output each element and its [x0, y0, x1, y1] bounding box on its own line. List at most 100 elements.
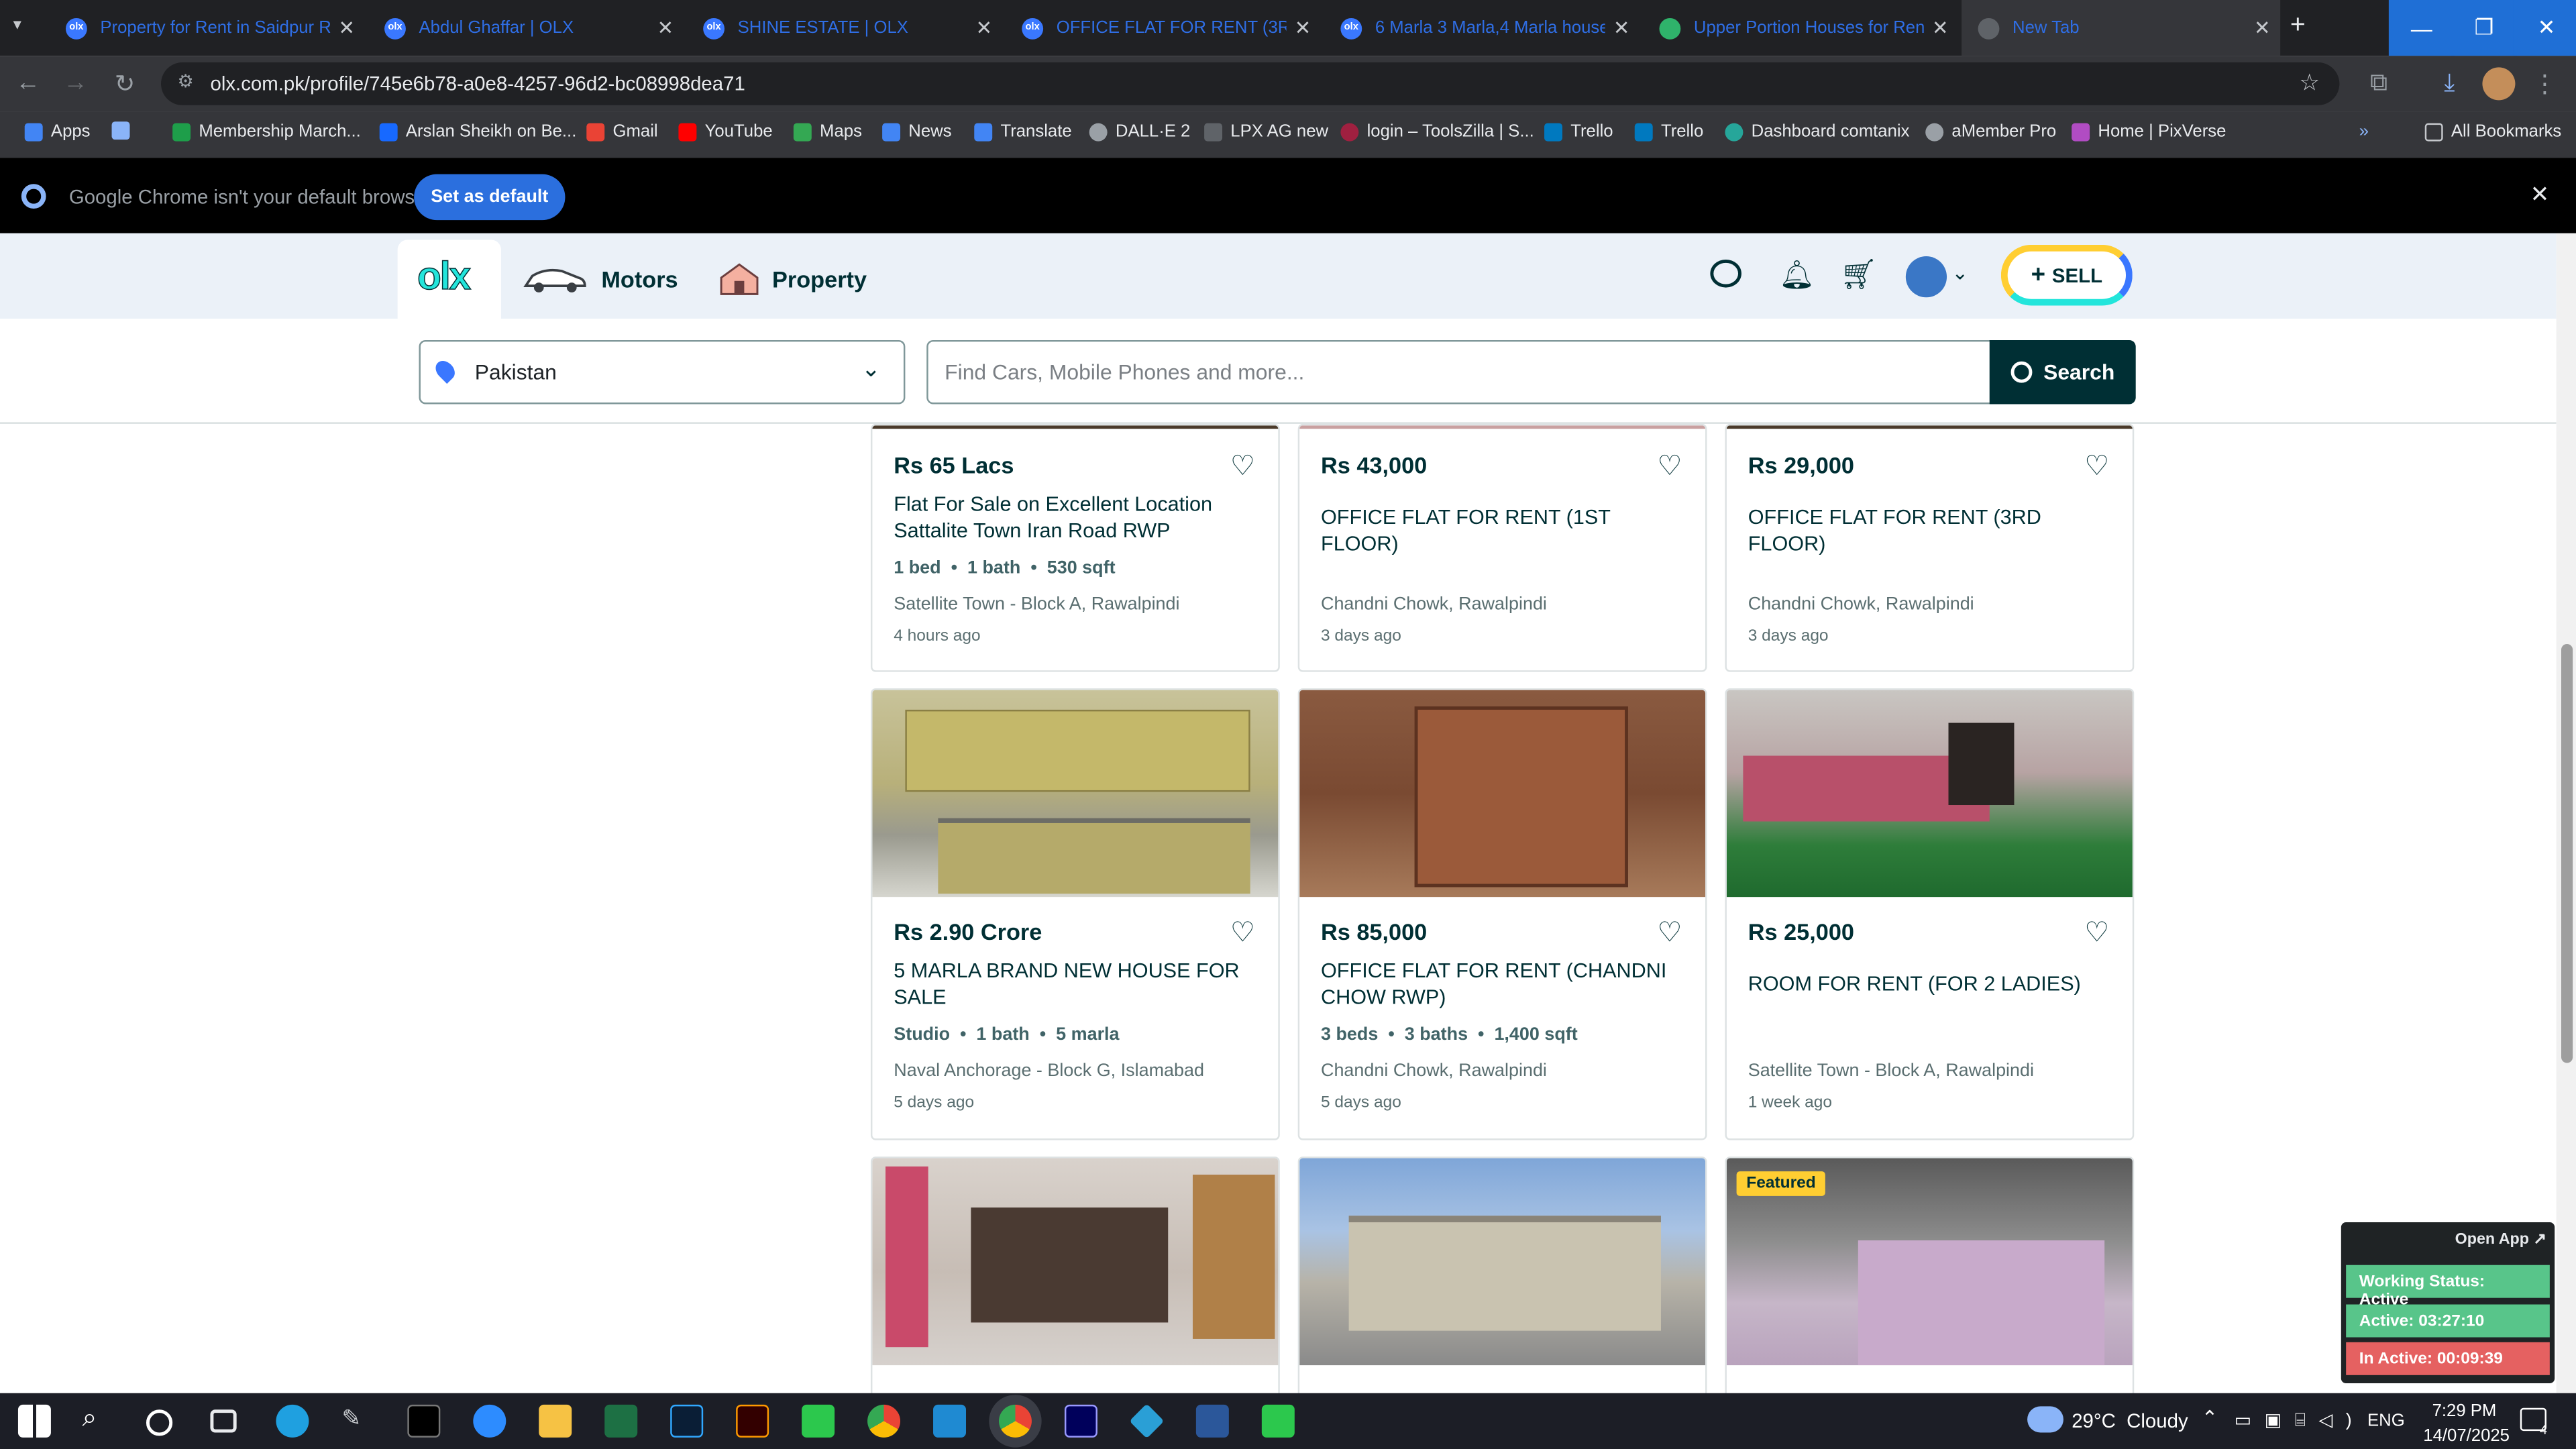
forward-icon[interactable]: →	[61, 69, 91, 97]
omnibox[interactable]: ⚙ olx.com.pk/profile/745e6b78-a0e8-4257-…	[161, 62, 2340, 105]
bookmark-gmail[interactable]: Gmail	[586, 121, 658, 142]
bookmark-pixverse[interactable]: Home | PixVerse	[2072, 121, 2226, 142]
listing-card[interactable]: Rs 43,000 ♡ OFFICE FLAT FOR RENT (1ST FL…	[1297, 423, 1707, 672]
clock-time[interactable]: 7:29 PM	[2423, 1401, 2505, 1421]
bookmark-toolszilla[interactable]: login – ToolsZilla | S...	[1340, 121, 1534, 142]
vscode-icon[interactable]	[933, 1404, 967, 1438]
bookmark-maps[interactable]: Maps	[793, 121, 862, 142]
user-avatar[interactable]	[1905, 256, 1947, 298]
bookmark-apps[interactable]: Apps	[24, 121, 91, 142]
close-icon[interactable]: ✕	[1932, 16, 1949, 39]
reload-icon[interactable]: ↻	[110, 69, 140, 99]
site-info-icon[interactable]: ⚙	[177, 70, 193, 92]
edge-icon[interactable]	[276, 1404, 309, 1438]
bookmarks-overflow-icon[interactable]: »	[2359, 121, 2369, 141]
close-icon[interactable]: ✕	[657, 16, 674, 39]
close-icon[interactable]: ✕	[1295, 16, 1311, 39]
excel-icon[interactable]	[604, 1404, 638, 1438]
bookmark-grid[interactable]	[111, 121, 138, 140]
listing-card[interactable]: Rs 65 Lacs ♡ Flat For Sale on Excellent …	[870, 423, 1280, 672]
tab-6[interactable]: New Tab ✕	[1962, 0, 2281, 56]
file-explorer-icon[interactable]	[539, 1404, 572, 1438]
minimize-icon[interactable]: —	[2388, 0, 2455, 56]
bookmark-translate[interactable]: Translate	[974, 121, 1072, 142]
menu-icon[interactable]: ⋮	[2530, 69, 2559, 99]
close-icon[interactable]: ✕	[338, 16, 355, 39]
listing-card[interactable]: Rs 85,000 ♡ OFFICE FLAT FOR RENT (CHANDN…	[1297, 688, 1707, 1140]
tab-0[interactable]: olx Property for Rent in Saidpur Ro ✕	[49, 0, 364, 56]
open-app-link[interactable]: Open App ↗	[2455, 1230, 2546, 1248]
tray-icons[interactable]: ▭▣⌸◁)	[2235, 1409, 2365, 1432]
tab-3[interactable]: olx OFFICE FLAT FOR RENT (3RD FL ✕	[1006, 0, 1321, 56]
listing-card[interactable]: Rs 2.90 Crore ♡ 5 MARLA BRAND NEW HOUSE …	[870, 688, 1280, 1140]
heart-icon[interactable]: ♡	[1657, 450, 1682, 483]
bookmark-dalle[interactable]: DALL·E 2	[1089, 121, 1190, 142]
scrollbar-thumb[interactable]	[2561, 644, 2573, 1063]
listing-card[interactable]: Featured	[1725, 1157, 2135, 1403]
zoom-icon[interactable]	[473, 1404, 506, 1438]
property-nav[interactable]: Property	[718, 261, 867, 297]
heart-icon[interactable]: ♡	[1230, 917, 1255, 950]
search-icon[interactable]: ⌕	[82, 1405, 115, 1438]
weather-text[interactable]: 29°C Cloudy	[2072, 1409, 2188, 1432]
search-button[interactable]: Search	[1989, 339, 2136, 405]
green-app-icon[interactable]	[1261, 1404, 1295, 1438]
cart-icon[interactable]: 🛒︎	[1840, 258, 1878, 292]
download-icon[interactable]: ⤓	[2434, 69, 2464, 97]
all-bookmarks[interactable]: All Bookmarks	[2424, 121, 2561, 142]
bookmark-behance[interactable]: Arslan Sheikh on Be...	[379, 121, 576, 142]
close-icon[interactable]: ✕	[2254, 16, 2271, 39]
infobar-close-icon[interactable]: ✕	[2530, 180, 2549, 209]
tab-search-icon[interactable]: ▾	[13, 16, 21, 34]
extensions-icon[interactable]: ⧉	[2364, 69, 2394, 97]
bookmark-comtanix[interactable]: Dashboard comtanix	[1725, 121, 1910, 142]
search-input[interactable]: Find Cars, Mobile Phones and more...	[926, 339, 1995, 405]
chevron-down-icon[interactable]: ⌄	[1951, 261, 1968, 284]
bookmark-news[interactable]: News	[882, 121, 952, 142]
bookmark-trello-2[interactable]: Trello	[1634, 121, 1703, 142]
premiere-icon[interactable]	[1064, 1404, 1097, 1438]
new-tab-plus-icon[interactable]: +	[2290, 11, 2306, 41]
set-default-button[interactable]: Set as default	[414, 174, 566, 221]
profile-avatar[interactable]	[2482, 67, 2516, 101]
listing-card[interactable]	[870, 1157, 1280, 1403]
listing-card[interactable]	[1297, 1157, 1707, 1403]
sell-button[interactable]: + SELL	[2000, 244, 2133, 306]
back-icon[interactable]: ←	[13, 69, 43, 97]
bookmark-lpx[interactable]: LPX AG new	[1204, 121, 1328, 142]
close-icon[interactable]: ✕	[1613, 16, 1630, 39]
cortana-icon[interactable]	[146, 1409, 173, 1436]
windows-start-icon[interactable]	[17, 1404, 51, 1438]
tab-1[interactable]: olx Abdul Ghaffar | OLX ✕	[368, 0, 684, 56]
chrome-icon[interactable]	[867, 1404, 901, 1438]
bookmark-trello-1[interactable]: Trello	[1544, 121, 1613, 142]
terminal-icon[interactable]	[407, 1404, 441, 1438]
tab-5[interactable]: Upper Portion Houses for Rent ✕	[1643, 0, 1958, 56]
bookmark-youtube[interactable]: YouTube	[678, 121, 773, 142]
language-indicator[interactable]: ENG	[2367, 1411, 2405, 1431]
photoshop-icon[interactable]	[670, 1404, 704, 1438]
listing-card[interactable]: Rs 29,000 ♡ OFFICE FLAT FOR RENT (3RD FL…	[1725, 423, 2135, 672]
heart-icon[interactable]: ♡	[1230, 450, 1255, 483]
word-icon[interactable]	[1195, 1404, 1229, 1438]
bell-icon[interactable]: 🔔︎	[1779, 260, 1815, 292]
chrome-active-icon[interactable]	[998, 1404, 1032, 1438]
weather-icon[interactable]	[2027, 1406, 2063, 1433]
tray-chevron-icon[interactable]: ⌃	[2202, 1406, 2218, 1429]
pen-icon[interactable]: ✎	[341, 1405, 374, 1438]
star-icon[interactable]: ☆	[2299, 69, 2320, 97]
green-app-icon[interactable]	[802, 1404, 835, 1438]
location-select[interactable]: Pakistan ⌄	[419, 339, 906, 405]
olx-logo[interactable]: olx	[417, 254, 471, 301]
page-scrollbar[interactable]	[2556, 233, 2576, 1393]
restore-icon[interactable]: ❐	[2451, 0, 2517, 56]
task-view-icon[interactable]	[210, 1409, 237, 1433]
tab-4[interactable]: olx 6 Marla 3 Marla,4 Marla house ✕	[1324, 0, 1640, 56]
window-close-icon[interactable]: ✕	[2513, 0, 2576, 56]
heart-icon[interactable]: ♡	[2084, 917, 2109, 950]
illustrator-icon[interactable]	[736, 1404, 769, 1438]
chat-icon[interactable]	[1710, 259, 1741, 288]
tab-2[interactable]: olx SHINE ESTATE | OLX ✕	[687, 0, 1002, 56]
close-icon[interactable]: ✕	[976, 16, 993, 39]
motors-nav[interactable]: Motors	[523, 263, 678, 296]
